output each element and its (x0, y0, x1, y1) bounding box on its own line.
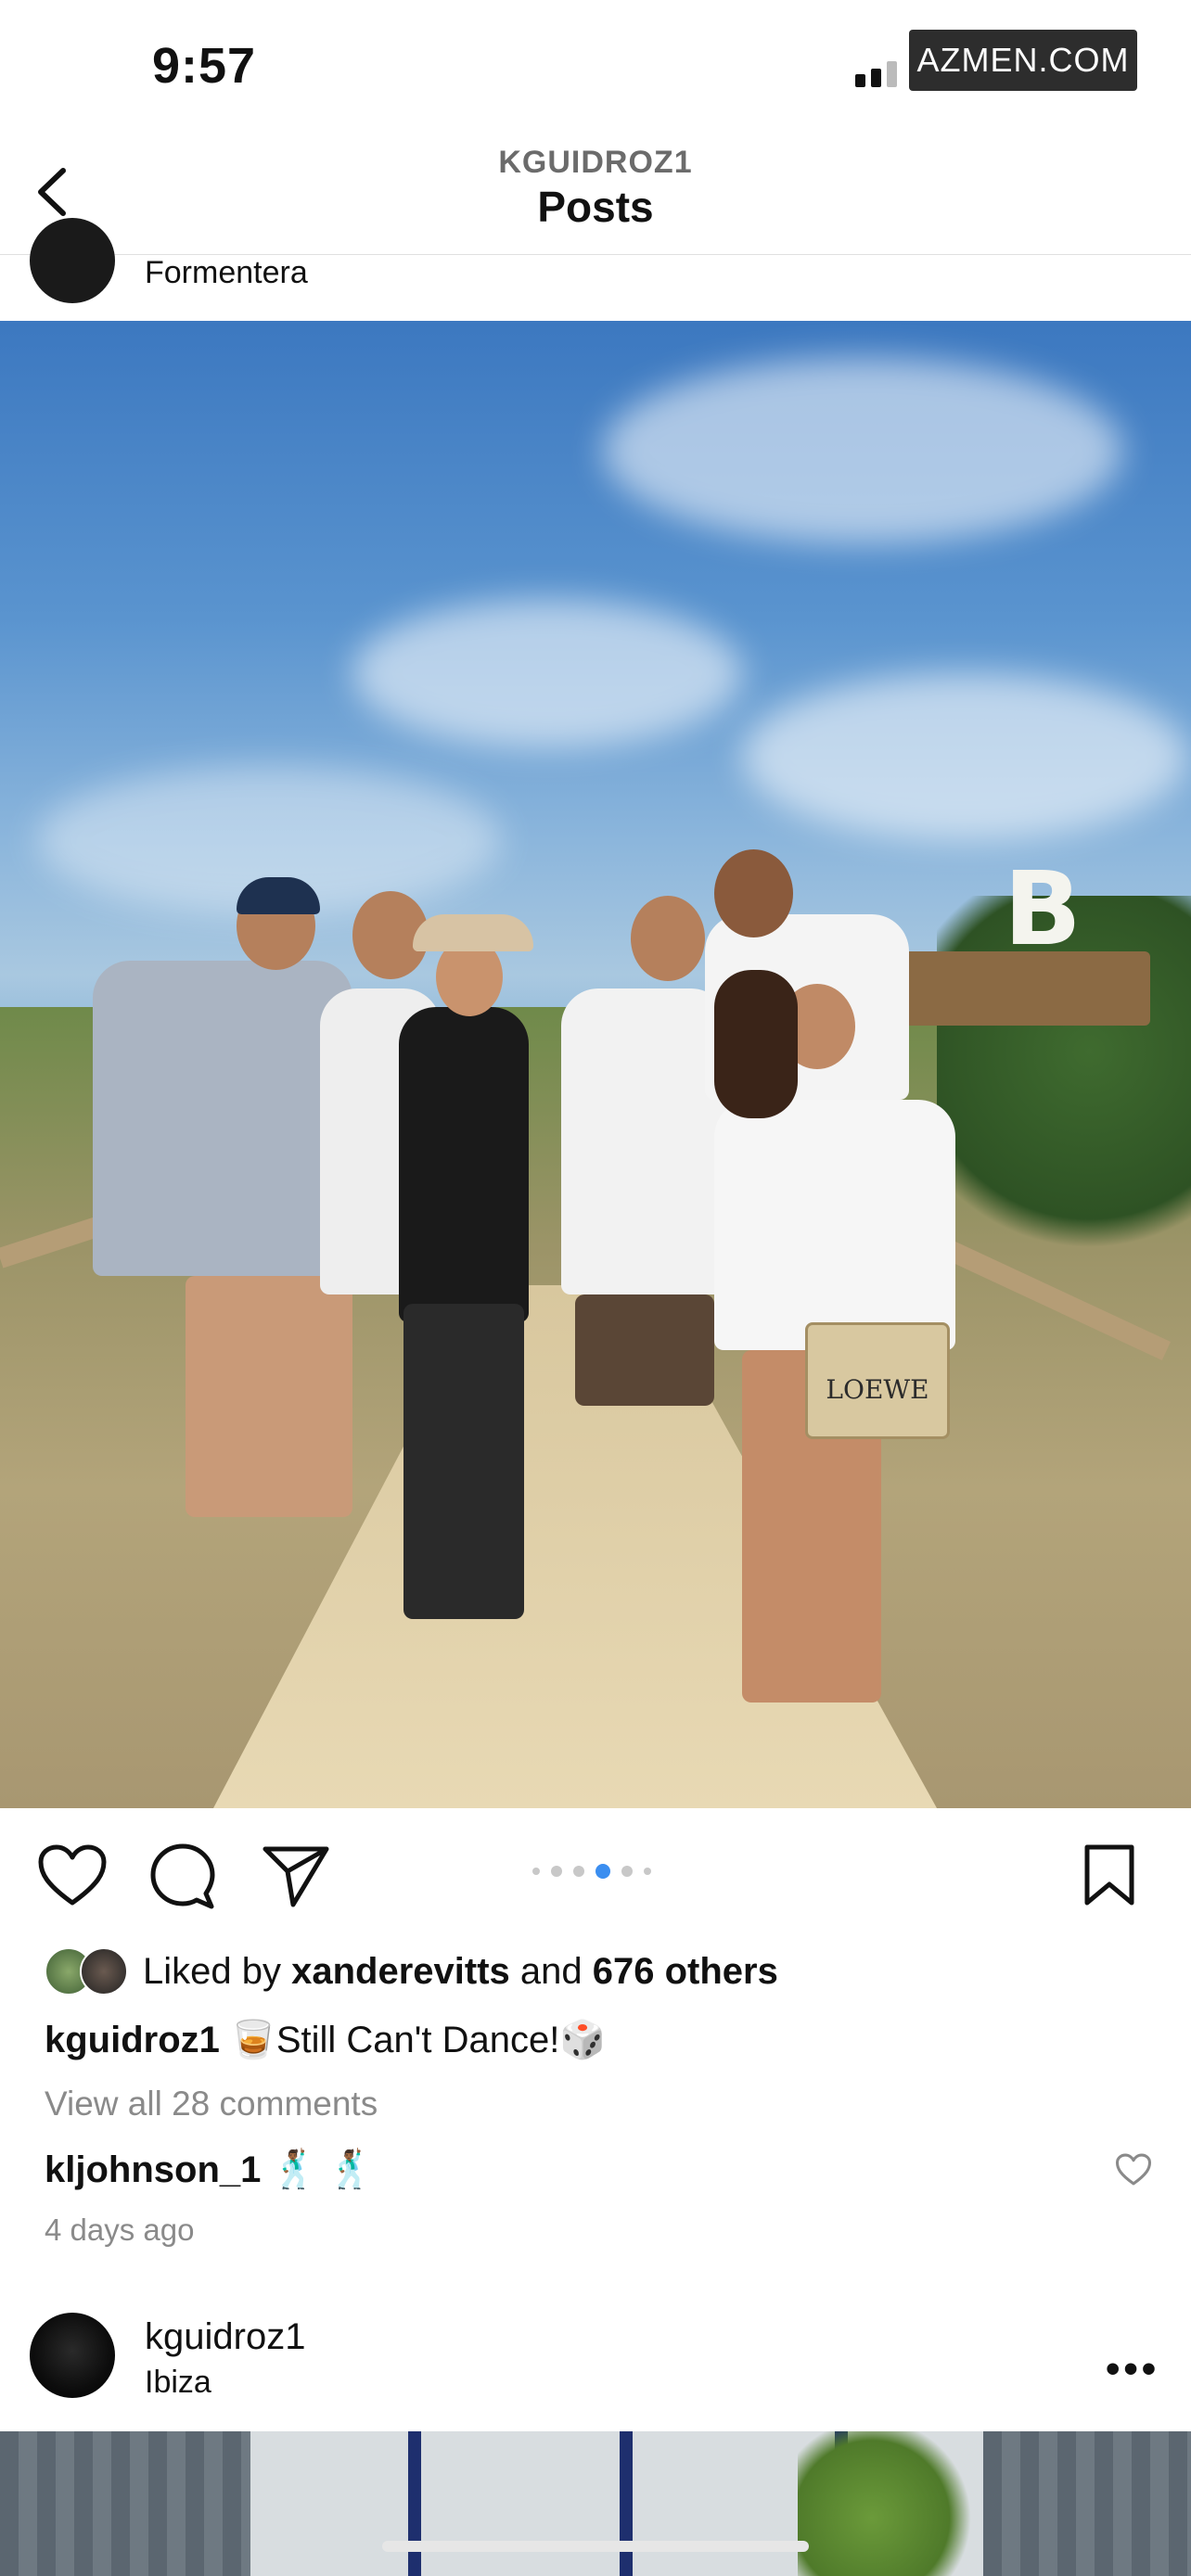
view-all-comments-link[interactable]: View all 28 comments (45, 2085, 378, 2123)
bag: LOEWE (805, 1322, 950, 1439)
share-paperplane-icon[interactable] (262, 1843, 330, 1908)
post-timestamp: 4 days ago (45, 2213, 195, 2247)
person (186, 1276, 352, 1517)
carousel-dots (532, 1864, 651, 1879)
liked-by-user[interactable]: xanderevitts (291, 1951, 510, 1992)
person (561, 988, 728, 1294)
small-heart-icon[interactable] (1115, 2153, 1152, 2187)
post-caption: kguidroz1 🥃Still Can't Dance!🎲 (45, 2018, 606, 2061)
likes-prefix: Liked by (143, 1950, 292, 1992)
window-frame (408, 2431, 421, 2576)
next-post-username[interactable]: kguidroz1 (145, 2316, 305, 2358)
like-heart-icon[interactable] (37, 1843, 108, 1908)
next-post-header: kguidroz1 Ibiza ••• (0, 2309, 1191, 2411)
likes-others[interactable]: 676 others (593, 1951, 778, 1992)
nav-username: KGUIDROZ1 (498, 145, 693, 180)
bookmark-icon[interactable] (1082, 1843, 1137, 1908)
next-post-photo[interactable] (0, 2431, 1191, 2576)
more-dots-icon[interactable]: ••• (1106, 2346, 1159, 2392)
curtain (983, 2431, 1191, 2576)
status-bar: 9:57 AZMEN.COM (0, 0, 1191, 139)
window-frame (620, 2431, 633, 2576)
person (399, 1007, 529, 1322)
person (403, 1304, 524, 1619)
watermark: AZMEN.COM (909, 30, 1137, 91)
carousel-dot-active (596, 1864, 610, 1879)
comment-bubble-icon[interactable] (148, 1842, 217, 1910)
previous-post-header: Formentera (0, 218, 1191, 320)
person (714, 1100, 955, 1350)
person-head (631, 896, 705, 981)
caption-text: 🥃Still Can't Dance!🎲 (219, 2020, 607, 2060)
nav-bar: KGUIDROZ1 Posts (0, 139, 1191, 255)
post-location[interactable]: Formentera (145, 255, 308, 291)
likes-row[interactable]: Liked by xanderevitts and 676 others (45, 1944, 778, 1999)
signal-icon (855, 61, 897, 87)
avatar[interactable] (30, 2313, 115, 2398)
home-indicator[interactable] (382, 2541, 809, 2552)
caption-username[interactable]: kguidroz1 (45, 2020, 220, 2060)
plant (798, 2431, 983, 2576)
page-title: Posts (537, 183, 654, 231)
post-actions (0, 1810, 1191, 1931)
hair (714, 970, 798, 1118)
carousel-dot (532, 1868, 540, 1875)
person (575, 1294, 714, 1406)
likes-middle: and (509, 1950, 593, 1992)
liker-avatar (80, 1947, 128, 1996)
comment-username[interactable]: kljohnson_1 (45, 2149, 261, 2190)
carousel-dot (551, 1866, 562, 1877)
top-comment: kljohnson_1 🕺🏾 🕺🏾 (45, 2148, 374, 2191)
carousel-dot (621, 1866, 633, 1877)
hat (413, 914, 533, 951)
carousel-dot (644, 1868, 651, 1875)
avatar[interactable] (30, 218, 115, 303)
likes-text: Liked by xanderevitts and 676 others (143, 1951, 778, 1993)
curtain (0, 2431, 250, 2576)
carousel-dot (573, 1866, 584, 1877)
post-photo[interactable]: B LOEWE (0, 321, 1191, 1808)
person-head (714, 849, 793, 937)
next-post-location[interactable]: Ibiza (145, 2365, 211, 2401)
comment-text: 🕺🏾 🕺🏾 (261, 2149, 375, 2190)
person (93, 961, 352, 1276)
status-time: 9:57 (152, 38, 257, 94)
photo-sign: B (1004, 849, 1082, 968)
